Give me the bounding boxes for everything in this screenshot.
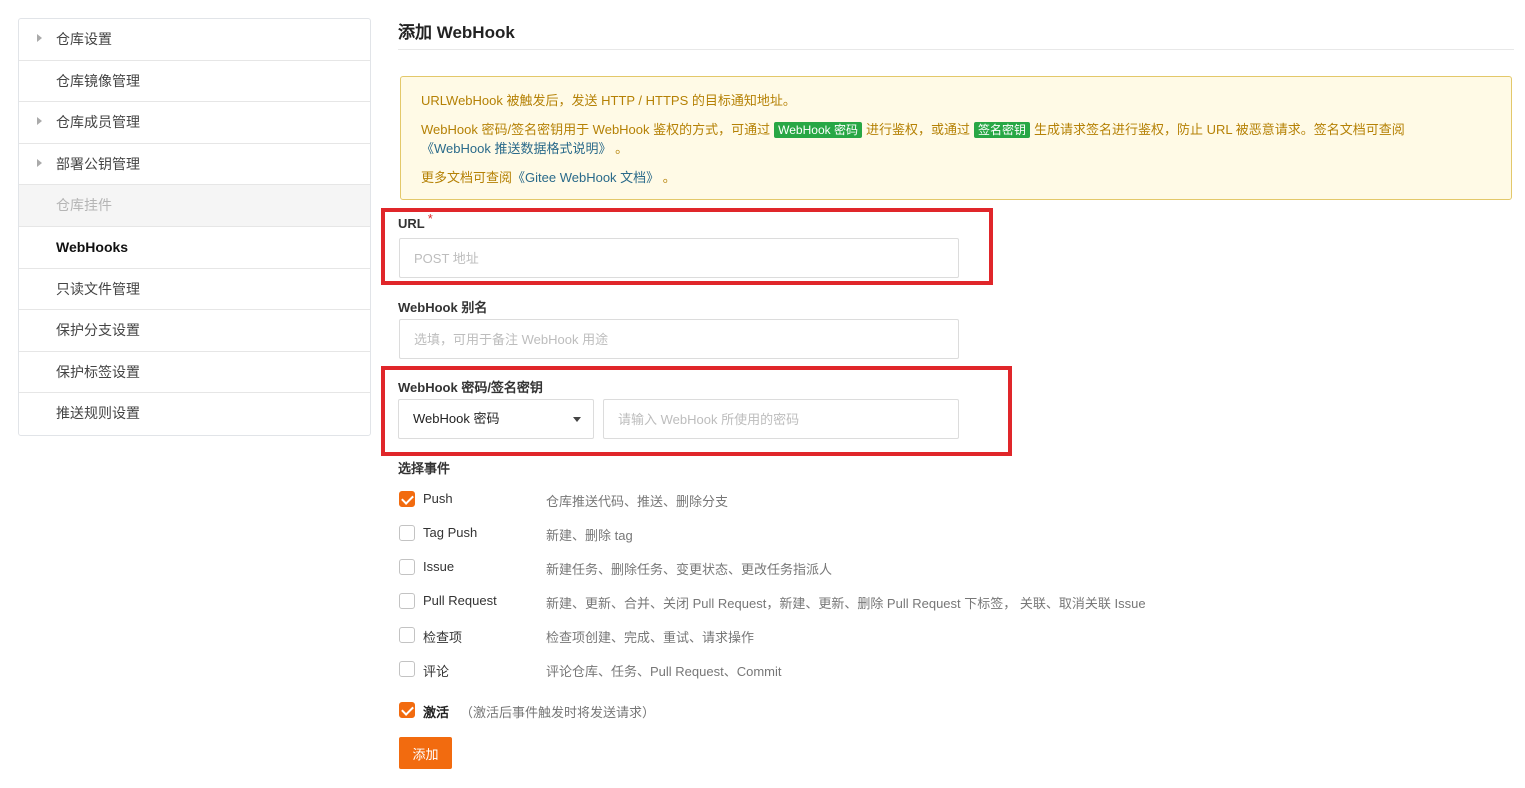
sidebar-item-members[interactable]: 仓库成员管理 — [19, 102, 370, 144]
title-divider — [398, 49, 1514, 50]
notice-text: 。 — [659, 170, 676, 185]
caret-right-icon — [37, 159, 42, 168]
alias-input[interactable] — [399, 319, 959, 359]
event-name: Push — [423, 491, 453, 506]
sidebar-item-label: 仓库镜像管理 — [56, 72, 140, 89]
notice-text: 进行鉴权，或通过 — [865, 122, 970, 137]
checkbox-active[interactable] — [399, 702, 415, 718]
sidebar-item-label: 仓库挂件 — [56, 197, 112, 214]
sidebar-item-protected-branches[interactable]: 保护分支设置 — [19, 310, 370, 352]
checkbox-issue[interactable] — [399, 559, 415, 575]
event-row-tag-push: Tag Push 新建、删除 tag — [398, 524, 1398, 544]
notice-text: 生成请求签名进行鉴权，防止 URL 被恶意请求。签名文档可查阅 — [1033, 122, 1405, 137]
event-desc: 新建任务、删除任务、变更状态、更改任务指派人 — [546, 562, 833, 577]
checkbox-pull-request[interactable] — [399, 593, 415, 609]
event-desc: 仓库推送代码、推送、删除分支 — [546, 494, 729, 509]
notice-line-3: 更多文档可查阅《Gitee WebHook 文档》 。 — [421, 168, 1491, 187]
caret-right-icon — [37, 117, 42, 126]
sidebar-item-label: WebHooks — [56, 238, 129, 255]
checkbox-tag-push[interactable] — [399, 525, 415, 541]
event-desc: 新建、更新、合并、关闭 Pull Request，新建、更新、删除 Pull R… — [546, 596, 1146, 611]
secret-label: WebHook 密码/签名密钥 — [398, 380, 543, 395]
active-row: 激活 （激活后事件触发时将发送请求） — [398, 701, 1398, 721]
alias-label: WebHook 别名 — [398, 300, 488, 315]
secret-input[interactable] — [603, 399, 959, 439]
sidebar-item-readonly-files[interactable]: 只读文件管理 — [19, 269, 370, 311]
event-row-issue: Issue 新建任务、删除任务、变更状态、更改任务指派人 — [398, 558, 1398, 578]
notice-line-1: URLWebHook 被触发后，发送 HTTP / HTTPS 的目标通知地址。 — [421, 93, 796, 108]
sidebar-item-push-rules[interactable]: 推送规则设置 — [19, 393, 370, 435]
secret-type-value: WebHook 密码 — [413, 411, 500, 426]
checkbox-comment[interactable] — [399, 661, 415, 677]
active-hint: （激活后事件触发时将发送请求） — [460, 705, 656, 720]
settings-sidebar: 仓库设置 仓库镜像管理 仓库成员管理 部署公钥管理 仓库挂件 WebHooks … — [18, 18, 371, 436]
sidebar-item-label: 保护标签设置 — [56, 363, 140, 380]
event-row-check: 检查项 检查项创建、完成、重试、请求操作 — [398, 626, 1398, 646]
event-row-comment: 评论 评论仓库、任务、Pull Request、Commit — [398, 660, 1398, 680]
link-push-format-doc[interactable]: 《WebHook 推送数据格式说明》 — [421, 141, 611, 156]
notice-line-2: WebHook 密码/签名密钥用于 WebHook 鉴权的方式，可通过 WebHo… — [421, 120, 1491, 158]
sidebar-item-label: 保护分支设置 — [56, 322, 140, 339]
tag-sign-key: 签名密钥 — [973, 122, 1030, 138]
notice-text: WebHook 密码/签名密钥用于 WebHook 鉴权的方式，可通过 — [421, 122, 771, 137]
sidebar-item-label: 仓库成员管理 — [56, 114, 140, 131]
url-label: URL * — [398, 211, 433, 231]
required-mark: * — [427, 211, 433, 226]
caret-right-icon — [37, 34, 42, 43]
notice-text: 更多文档可查阅 — [421, 170, 513, 185]
checkbox-check[interactable] — [399, 627, 415, 643]
info-notice: URLWebHook 被触发后，发送 HTTP / HTTPS 的目标通知地址。… — [400, 76, 1512, 200]
caret-down-icon — [573, 417, 581, 422]
events-label: 选择事件 — [398, 461, 451, 476]
sidebar-item-label: 推送规则设置 — [56, 405, 140, 422]
event-name: 评论 — [423, 664, 450, 679]
event-desc: 新建、删除 tag — [546, 528, 633, 543]
page-title: 添加 WebHook — [398, 23, 515, 42]
url-label-text: URL — [398, 216, 425, 231]
event-name: Issue — [423, 559, 455, 574]
add-button[interactable]: 添加 — [399, 737, 452, 769]
event-name: Tag Push — [423, 525, 478, 540]
event-desc: 评论仓库、任务、Pull Request、Commit — [546, 664, 782, 679]
sidebar-item-webhooks[interactable]: WebHooks — [19, 227, 370, 269]
event-name: Pull Request — [423, 593, 497, 608]
sidebar-item-label: 仓库设置 — [56, 31, 112, 47]
sidebar-item-label: 只读文件管理 — [56, 280, 140, 297]
url-input[interactable] — [399, 238, 959, 278]
event-desc: 检查项创建、完成、重试、请求操作 — [546, 630, 755, 645]
event-row-push: Push 仓库推送代码、推送、删除分支 — [398, 490, 1398, 510]
active-label: 激活 — [423, 705, 450, 720]
sidebar-item-widgets: 仓库挂件 — [19, 185, 370, 227]
tag-webhook-password: WebHook 密码 — [774, 122, 862, 138]
secret-type-select[interactable]: WebHook 密码 — [398, 399, 594, 439]
sidebar-item-repo-settings[interactable]: 仓库设置 — [19, 19, 370, 61]
notice-text: 。 — [611, 141, 629, 156]
sidebar-item-deploy-keys[interactable]: 部署公钥管理 — [19, 144, 370, 186]
sidebar-item-protected-tags[interactable]: 保护标签设置 — [19, 352, 370, 394]
event-row-pull-request: Pull Request 新建、更新、合并、关闭 Pull Request，新建… — [398, 592, 1398, 612]
sidebar-item-label: 部署公钥管理 — [56, 155, 140, 172]
sidebar-item-mirror[interactable]: 仓库镜像管理 — [19, 61, 370, 103]
checkbox-push[interactable] — [399, 491, 415, 507]
event-name: 检查项 — [423, 630, 463, 645]
link-gitee-webhook-doc[interactable]: 《Gitee WebHook 文档》 — [512, 170, 659, 185]
